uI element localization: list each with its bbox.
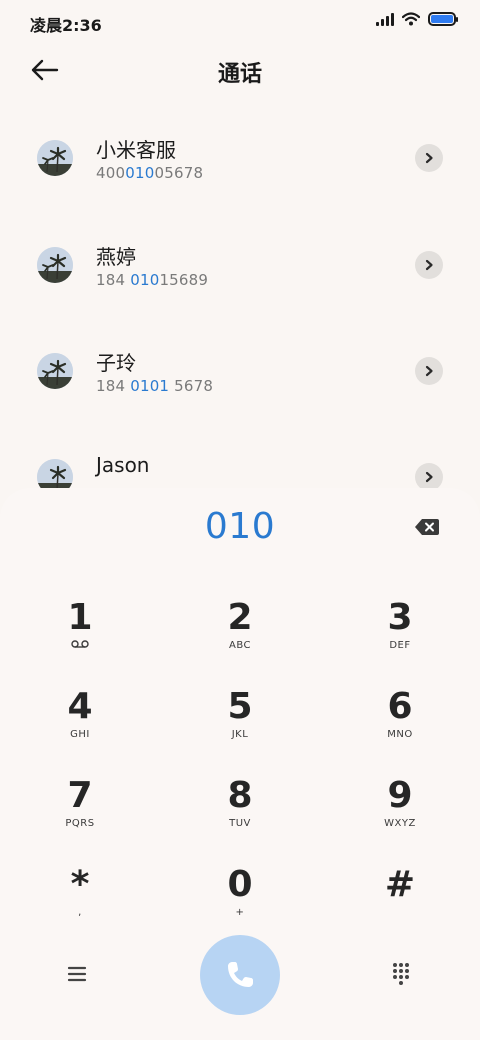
battery-icon (428, 12, 458, 26)
key-digit: # (384, 864, 416, 905)
contact-row[interactable]: 子玲 184 0101 5678 (0, 313, 480, 419)
key-letters: PQRS (65, 818, 95, 829)
key-digit: 1 (67, 597, 93, 638)
avatar (37, 247, 73, 283)
key-letters: DEF (389, 640, 411, 651)
contact-detail-button[interactable] (415, 251, 443, 279)
contact-number: 184 0101 5678 (96, 377, 214, 395)
dial-input-display[interactable]: 010 (0, 506, 480, 547)
contact-number: 40001005678 (96, 164, 204, 182)
contact-list: 小米客服 40001005678 燕婷 184 01015689 子玲 184 … (0, 100, 480, 488)
backspace-icon (415, 519, 439, 535)
key-letters: , (78, 907, 82, 918)
backspace-button[interactable] (414, 518, 442, 538)
palm-tree-avatar-icon (37, 459, 73, 488)
key-letters: JKL (231, 729, 249, 740)
keypad-toggle-button[interactable] (391, 962, 413, 986)
dial-key-0[interactable]: 0 + (185, 865, 295, 943)
dial-key-9[interactable]: 9 WXYZ (345, 776, 455, 854)
contact-detail-button[interactable] (415, 144, 443, 172)
key-digit: 3 (387, 597, 413, 638)
dial-key-3[interactable]: 3 DEF (345, 598, 455, 676)
palm-tree-avatar-icon (37, 140, 73, 176)
dial-key-6[interactable]: 6 MNO (345, 687, 455, 765)
status-time: 凌晨2:36 (30, 16, 102, 35)
keypad-icon (393, 963, 409, 985)
contact-name: 子玲 (96, 351, 136, 375)
key-digit: 2 (227, 597, 253, 638)
contact-name: 燕婷 (96, 245, 136, 269)
menu-button[interactable] (66, 964, 90, 986)
avatar (37, 459, 73, 488)
menu-icon (67, 966, 87, 982)
key-letters: GHI (70, 729, 90, 740)
phone-call-icon (228, 962, 253, 987)
dial-key-hash[interactable]: # (345, 865, 455, 943)
key-digit: 4 (67, 686, 93, 727)
cellular-signal-icon (376, 12, 394, 26)
dialer-panel: 010 1 2 ABC 3 DEF 4 GHI 5 JKL 6 MNO 7 PQ… (0, 488, 480, 1040)
dial-key-1[interactable]: 1 (25, 598, 135, 676)
key-letters: + (235, 907, 245, 918)
key-letters: ABC (228, 640, 251, 651)
dial-key-4[interactable]: 4 GHI (25, 687, 135, 765)
key-digit: 9 (387, 775, 413, 816)
key-letters (345, 907, 455, 921)
contact-detail-button[interactable] (415, 357, 443, 385)
dial-key-star[interactable]: * , (25, 865, 135, 943)
contact-name: Jason (96, 453, 150, 477)
key-digit: 0 (227, 864, 253, 905)
palm-tree-avatar-icon (37, 247, 73, 283)
chevron-right-icon (425, 259, 433, 271)
contact-row[interactable]: 燕婷 184 01015689 (0, 207, 480, 313)
palm-tree-avatar-icon (37, 353, 73, 389)
contact-name: 小米客服 (96, 138, 176, 162)
key-digit: 5 (227, 686, 253, 727)
avatar (37, 140, 73, 176)
key-letters: MNO (387, 729, 413, 740)
avatar (37, 353, 73, 389)
contact-row[interactable]: Jason (0, 419, 480, 488)
voicemail-icon (25, 640, 135, 654)
contact-detail-button[interactable] (415, 463, 443, 488)
key-digit: 7 (67, 775, 93, 816)
chevron-right-icon (425, 471, 433, 483)
key-digit: * (70, 864, 90, 905)
contact-row[interactable]: 小米客服 40001005678 (0, 100, 480, 206)
dial-key-2[interactable]: 2 ABC (185, 598, 295, 676)
key-digit: 6 (387, 686, 413, 727)
header: 通话 (0, 44, 480, 96)
contact-number: 184 01015689 (96, 271, 209, 289)
wifi-icon (402, 12, 420, 26)
dial-key-5[interactable]: 5 JKL (185, 687, 295, 765)
key-letters: TUV (229, 818, 251, 829)
status-icons (376, 12, 458, 26)
chevron-right-icon (425, 152, 433, 164)
call-button[interactable] (200, 935, 280, 1015)
key-digit: 8 (227, 775, 253, 816)
dial-key-8[interactable]: 8 TUV (185, 776, 295, 854)
chevron-right-icon (425, 365, 433, 377)
key-letters: WXYZ (384, 818, 416, 829)
page-title: 通话 (217, 62, 262, 87)
dial-key-7[interactable]: 7 PQRS (25, 776, 135, 854)
status-bar: 凌晨2:36 (0, 0, 480, 42)
